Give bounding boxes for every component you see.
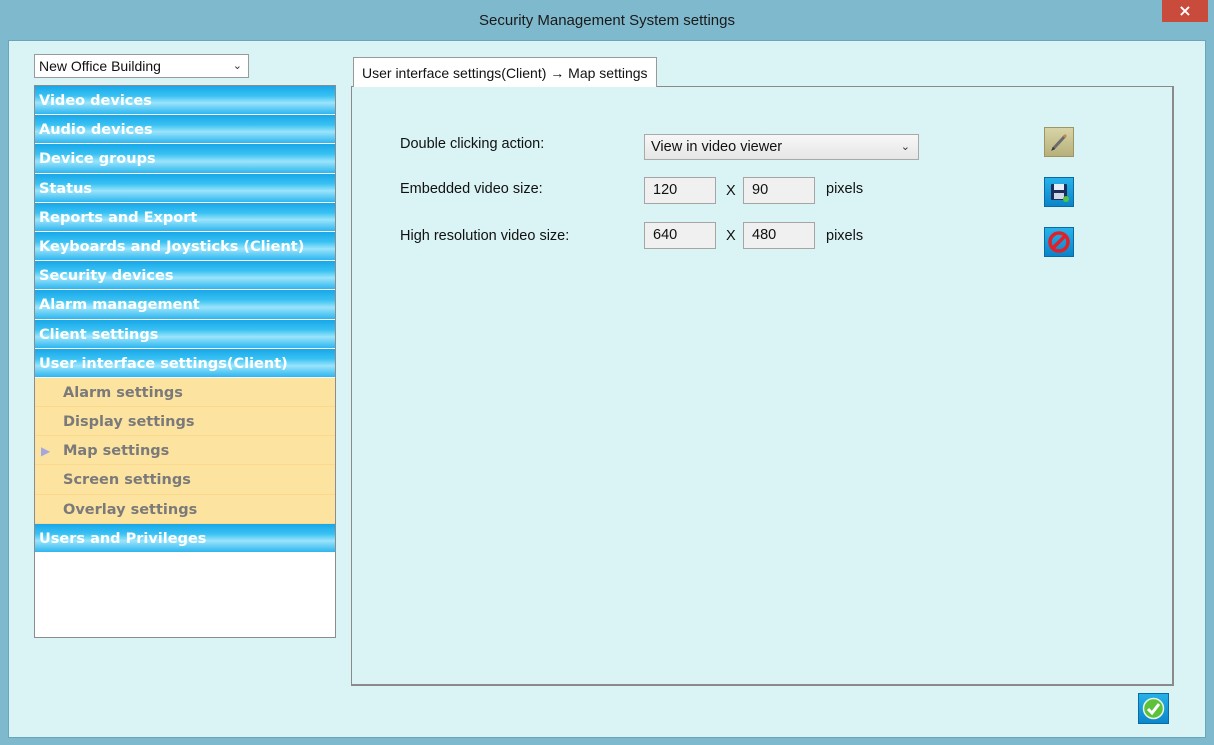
sidebar-item-label: Reports and Export	[39, 209, 198, 226]
checkmark-icon	[1142, 697, 1165, 720]
highres-size-unit: pixels	[826, 228, 864, 244]
sidebar-item-label: Alarm settings	[63, 384, 183, 401]
double-click-action-label: Double clicking action:	[400, 136, 545, 152]
highres-size-separator: X	[726, 228, 736, 244]
sidebar-item-users-and-privileges[interactable]: Users and Privileges	[35, 523, 335, 553]
sidebar-item-label: Map settings	[63, 443, 170, 460]
sidebar-item-label: Client settings	[39, 326, 159, 343]
title-bar[interactable]: Security Management System settings ×	[0, 0, 1214, 40]
sidebar-subitem-display-settings[interactable]: Display settings	[35, 407, 335, 437]
sidebar-item-status[interactable]: Status	[35, 173, 335, 203]
highres-height-input[interactable]: 480	[743, 222, 815, 249]
tab-map-settings[interactable]: User interface settings(Client) → Map se…	[353, 57, 657, 87]
sidebar-subitem-alarm-settings[interactable]: Alarm settings	[35, 377, 335, 408]
sidebar-item-label: Screen settings	[63, 472, 191, 489]
floppy-disk-icon	[1051, 184, 1069, 202]
highres-width-input[interactable]: 640	[644, 222, 716, 249]
window-title: Security Management System settings	[479, 12, 735, 29]
pencil-icon	[1051, 133, 1068, 151]
site-select-value: New Office Building	[39, 58, 161, 74]
highres-size-label: High resolution video size:	[400, 228, 570, 244]
settings-nav: Video devices Audio devices Device groups S…	[34, 85, 336, 638]
chevron-down-icon: ⌄	[900, 141, 910, 153]
site-select[interactable]: New Office Building ⌄	[34, 54, 249, 78]
double-click-action-value: View in video viewer	[651, 139, 783, 155]
sidebar-item-label: Keyboards and Joysticks (Client)	[39, 238, 305, 255]
window-client-area: New Office Building ⌄ Video devices Audio…	[8, 40, 1206, 738]
no-entry-icon	[1048, 231, 1070, 253]
sidebar-item-device-groups[interactable]: Device groups	[35, 144, 335, 174]
sidebar-item-label: Video devices	[39, 93, 152, 109]
settings-window: Security Management System settings × Ne…	[0, 0, 1214, 745]
embedded-height-input[interactable]: 90	[743, 177, 815, 204]
sidebar-subitem-overlay-settings[interactable]: Overlay settings	[35, 494, 335, 524]
sidebar-item-label: Alarm management	[39, 297, 200, 314]
sidebar-item-reports-and-export[interactable]: Reports and Export	[35, 202, 335, 232]
close-button[interactable]: ×	[1162, 0, 1208, 22]
ok-button[interactable]	[1138, 693, 1169, 724]
embedded-size-separator: X	[726, 183, 736, 199]
sidebar-item-label: Security devices	[39, 268, 174, 285]
sidebar-item-label: Users and Privileges	[39, 530, 207, 547]
sidebar-item-label: Status	[39, 180, 93, 197]
sidebar-item-label: User interface settings(Client)	[39, 355, 288, 372]
sidebar-item-keyboards-and-joysticks-client[interactable]: Keyboards and Joysticks (Client)	[35, 231, 335, 262]
edit-button[interactable]	[1044, 127, 1074, 157]
sidebar-item-label: Device groups	[39, 151, 156, 168]
sidebar-item-client-settings[interactable]: Client settings	[35, 319, 335, 349]
cancel-button[interactable]	[1044, 227, 1074, 257]
sidebar-item-video-devices[interactable]: Video devices	[35, 86, 335, 116]
sidebar-item-label: Display settings	[63, 414, 195, 431]
sidebar-subitem-map-settings[interactable]: ▶ Map settings	[35, 436, 335, 466]
embedded-size-label: Embedded video size:	[400, 181, 543, 197]
embedded-size-unit: pixels	[826, 181, 864, 197]
sidebar-item-alarm-management[interactable]: Alarm management	[35, 290, 335, 320]
chevron-down-icon: ⌄	[232, 60, 242, 72]
selected-arrow-icon: ▶	[41, 444, 51, 459]
settings-panel: Double clicking action: View in video vi…	[351, 86, 1174, 686]
sidebar-item-audio-devices[interactable]: Audio devices	[35, 115, 335, 145]
double-click-action-select[interactable]: View in video viewer ⌄	[644, 134, 919, 160]
sidebar-item-user-interface-settings-client[interactable]: User interface settings(Client)	[35, 348, 335, 378]
sidebar-item-security-devices[interactable]: Security devices	[35, 261, 335, 291]
sidebar-subitem-screen-settings[interactable]: Screen settings	[35, 465, 335, 495]
sidebar-item-label: Audio devices	[39, 122, 153, 139]
embedded-width-input[interactable]: 120	[644, 177, 716, 204]
sidebar-item-label: Overlay settings	[63, 501, 198, 518]
save-button[interactable]	[1044, 177, 1074, 207]
